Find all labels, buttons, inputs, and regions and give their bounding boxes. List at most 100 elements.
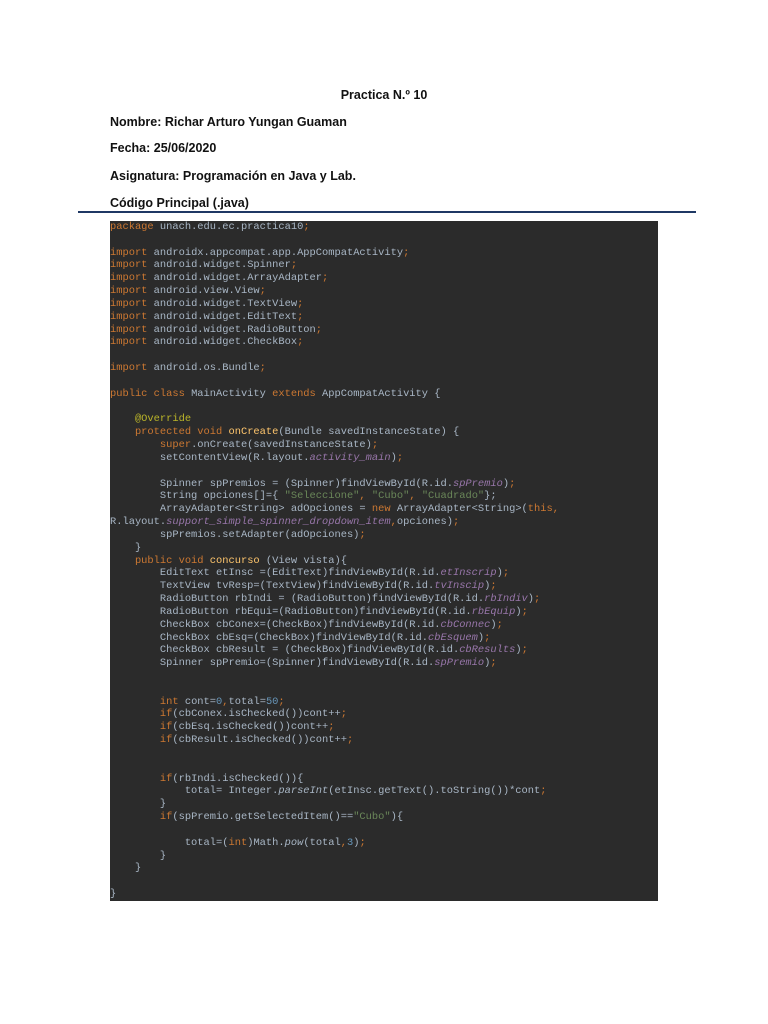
code-token: import: [110, 336, 148, 349]
code-line: if(cbEsq.isChecked())cont++;: [110, 721, 658, 734]
code-token: android.widget.EditText: [147, 310, 298, 323]
code-token: android.view.View: [147, 285, 260, 298]
code-token: ){: [390, 811, 404, 824]
code-line: package unach.edu.ec.practica10;: [110, 221, 658, 234]
code-token: ;: [359, 836, 366, 849]
code-token: spPremios.setAdapter(adOpciones): [110, 528, 360, 541]
code-token: super: [110, 439, 192, 452]
code-line: }: [110, 862, 658, 875]
code-line: if(cbConex.isChecked())cont++;: [110, 708, 658, 721]
code-line: total=(int)Math.pow(total,3);: [110, 837, 658, 850]
code-token: rbIndiv: [484, 593, 528, 606]
code-token: ;: [322, 272, 329, 285]
code-token: unach.edu.ec.practica10: [153, 221, 304, 233]
code-token: ;: [490, 657, 497, 670]
code-line: CheckBox cbConex=(CheckBox)findViewById(…: [110, 619, 658, 632]
code-token: if: [110, 772, 173, 785]
code-token: ;: [259, 362, 266, 375]
code-token: @Override: [110, 413, 192, 426]
student-name: Nombre: Richar Arturo Yungan Guaman: [110, 115, 347, 129]
code-line: CheckBox cbResult = (CheckBox)findViewBy…: [110, 644, 658, 657]
code-token: ArrayAdapter<String> adOpciones =: [110, 503, 372, 516]
code-token: cont=: [184, 695, 217, 708]
code-line: super.onCreate(savedInstanceState);: [110, 439, 658, 452]
code-token: android.os.Bundle: [147, 362, 260, 375]
code-line: RadioButton rbEqui=(RadioButton)findView…: [110, 606, 658, 619]
code-token: android.widget.CheckBox: [147, 336, 298, 349]
code-token: support_simple_spinner_dropdown_item: [166, 516, 391, 529]
code-line: CheckBox cbEsq=(CheckBox)findViewById(R.…: [110, 632, 658, 645]
code-token: }: [110, 888, 117, 901]
code-line: Spinner spPremios = (Spinner)findViewByI…: [110, 478, 658, 491]
code-token: if: [110, 734, 173, 747]
code-token: "Seleccione": [284, 490, 360, 503]
code-token: ArrayAdapter<String>(: [396, 503, 528, 516]
code-line: total= Integer.parseInt(etInsc.getText()…: [110, 785, 658, 798]
code-token: }: [110, 798, 167, 811]
code-token: ;: [534, 593, 541, 606]
code-line: import android.widget.CheckBox;: [110, 336, 658, 349]
code-line: if(cbResult.isChecked())cont++;: [110, 734, 658, 747]
code-line: protected void onCreate(Bundle savedInst…: [110, 426, 658, 439]
code-token: android.widget.ArrayAdapter: [147, 272, 323, 285]
code-line: TextView tvResp=(TextView)findViewById(R…: [110, 580, 658, 593]
code-token: ;: [315, 323, 323, 336]
code-token: AppCompatActivity {: [322, 387, 441, 400]
code-token: if: [110, 721, 173, 734]
code-line: public void concurso (View vista){: [110, 555, 658, 568]
code-line: @Override: [110, 413, 658, 426]
code-token: RadioButton rbIndi = (RadioButton)findVi…: [110, 593, 485, 606]
code-token: package: [110, 221, 154, 233]
code-line: }: [110, 542, 658, 555]
code-token: onCreate: [228, 426, 279, 439]
code-line: }: [110, 798, 658, 811]
code-line: setContentView(R.layout.activity_main);: [110, 452, 658, 465]
code-token: int: [110, 695, 185, 708]
code-token: etInscrip: [440, 567, 497, 580]
code-token: (total: [303, 836, 341, 849]
date: Fecha: 25/06/2020: [110, 141, 217, 155]
code-token: String opciones[]={: [110, 490, 285, 503]
code-token: CheckBox cbConex=(CheckBox)findViewById(…: [110, 618, 441, 631]
code-line: spPremios.setAdapter(adOpciones);: [110, 529, 658, 542]
code-token: setContentView(R.layout.: [110, 451, 310, 464]
code-token: import: [110, 323, 148, 336]
code-token: EditText etInsc =(EditText)findViewById(…: [110, 567, 441, 580]
code-token: androidx.appcompat.app.AppCompatActivity: [147, 246, 404, 259]
code-token: }: [110, 849, 167, 862]
code-token: public class: [110, 387, 192, 400]
code-token: ;: [540, 785, 547, 798]
code-token: ;: [340, 708, 347, 721]
code-line: int cont=0,total=50;: [110, 696, 658, 709]
code-token: "Cuadrado": [421, 490, 485, 503]
code-token: cbEsquem: [428, 631, 478, 644]
code-token: ;: [403, 246, 410, 259]
code-line: import android.os.Bundle;: [110, 362, 658, 375]
code-token: )Math.: [247, 836, 285, 849]
code-line: }: [110, 850, 658, 863]
code-token: new: [371, 503, 397, 516]
code-token: (rbIndi.isChecked()){: [172, 772, 304, 785]
code-token: RadioButton rbEqui=(RadioButton)findView…: [110, 605, 472, 618]
code-token: rbEquip: [471, 605, 516, 618]
code-token: ;: [259, 285, 266, 298]
code-token: ;: [452, 516, 460, 529]
code-token: }: [110, 541, 142, 554]
code-token: Spinner spPremio=(Spinner)findViewById(R…: [110, 657, 435, 670]
code-token: ,: [409, 490, 422, 503]
code-token: ;: [303, 221, 310, 233]
code-line: R.layout.support_simple_spinner_dropdown…: [110, 516, 658, 529]
code-token: (cbEsq.isChecked())cont++: [172, 721, 329, 734]
code-line: import android.widget.TextView;: [110, 298, 658, 311]
code-token: android.widget.TextView: [147, 297, 298, 310]
code-token: MainActivity: [191, 387, 273, 400]
code-token: ;: [484, 631, 491, 644]
code-token: spPremio: [452, 477, 503, 490]
code-token: activity_main: [309, 451, 391, 464]
code-token: "Cubo": [371, 490, 410, 503]
